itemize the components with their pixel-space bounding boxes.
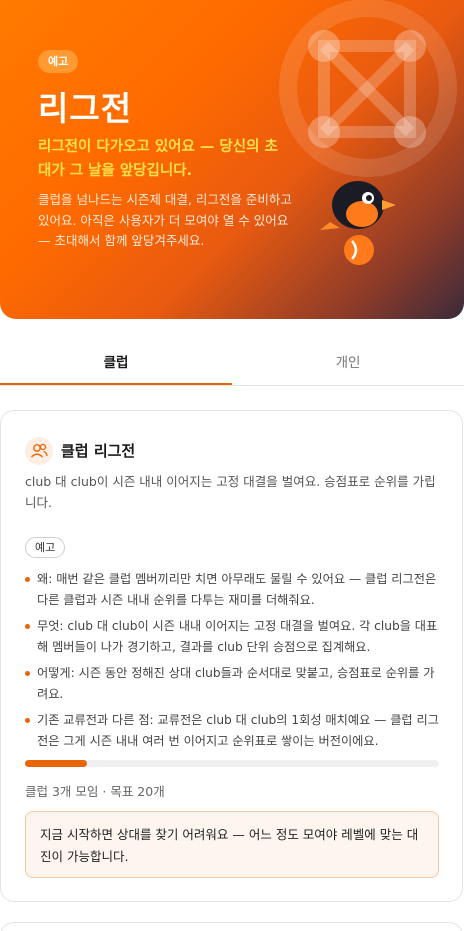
hero-description: 클럽을 넘나드는 시즌제 대결, 리그전을 준비하고 있어요. 아직은 사용자가…: [38, 192, 292, 248]
card-title: 클럽 리그전: [61, 442, 136, 460]
league-tabs: 클럽 개인: [0, 340, 464, 386]
hero-subtitle: 리그전이 다가오고 있어요 — 당신의 초대가 그 날을 앞당깁니다.: [38, 139, 278, 179]
tab-club[interactable]: 클럽: [0, 340, 232, 386]
list-item: 왜: 매번 같은 클럽 멤버끼리만 치면 아무래도 물릴 수 있어요 — 클럽 …: [25, 569, 443, 611]
list-item: 무엇: club 대 club이 시즌 내내 이어지는 고정 대결을 벌여요. …: [25, 616, 443, 658]
tab-individual[interactable]: 개인: [232, 340, 464, 386]
users-icon: [25, 437, 53, 465]
status-badge: 예고: [25, 537, 66, 558]
hero-status-badge: 예고: [38, 50, 79, 73]
list-item: 기존 교류전과 다른 점: 교류전은 club 대 club의 1회성 매치예요…: [25, 710, 443, 752]
bracket-lines: [318, 40, 416, 138]
next-card: [0, 922, 463, 931]
feature-list: 왜: 매번 같은 클럽 멤버끼리만 치면 아무래도 물릴 수 있어요 — 클럽 …: [25, 569, 443, 757]
active-tab-indicator: [0, 383, 232, 385]
club-league-card: 클럽 리그전 club 대 club이 시즌 내내 이어지는 고정 대결을 벌여…: [0, 410, 463, 902]
hero-banner: 예고 리그전 리그전이 다가오고 있어요 — 당신의 초대가 그 날을 앞당깁니…: [0, 0, 464, 319]
progress-bar: [25, 760, 439, 767]
card-description: club 대 club이 시즌 내내 이어지는 고정 대결을 벌여요. 승점표로…: [25, 474, 436, 510]
list-item: 어떻게: 시즌 동안 정해진 상대 club들과 순서대로 맞붙고, 승점표로 …: [25, 663, 443, 705]
progress-fill: [25, 760, 88, 767]
bird-mascot-icon: [320, 181, 396, 265]
notice-box: 지금 시작하면 상대를 찾기 어려워요 — 어느 정도 모여야 레벨에 맞는 대…: [25, 811, 439, 878]
hero-title: 리그전: [38, 89, 133, 128]
progress-label: 클럽 3개 모임 · 목표 20개: [25, 784, 165, 799]
